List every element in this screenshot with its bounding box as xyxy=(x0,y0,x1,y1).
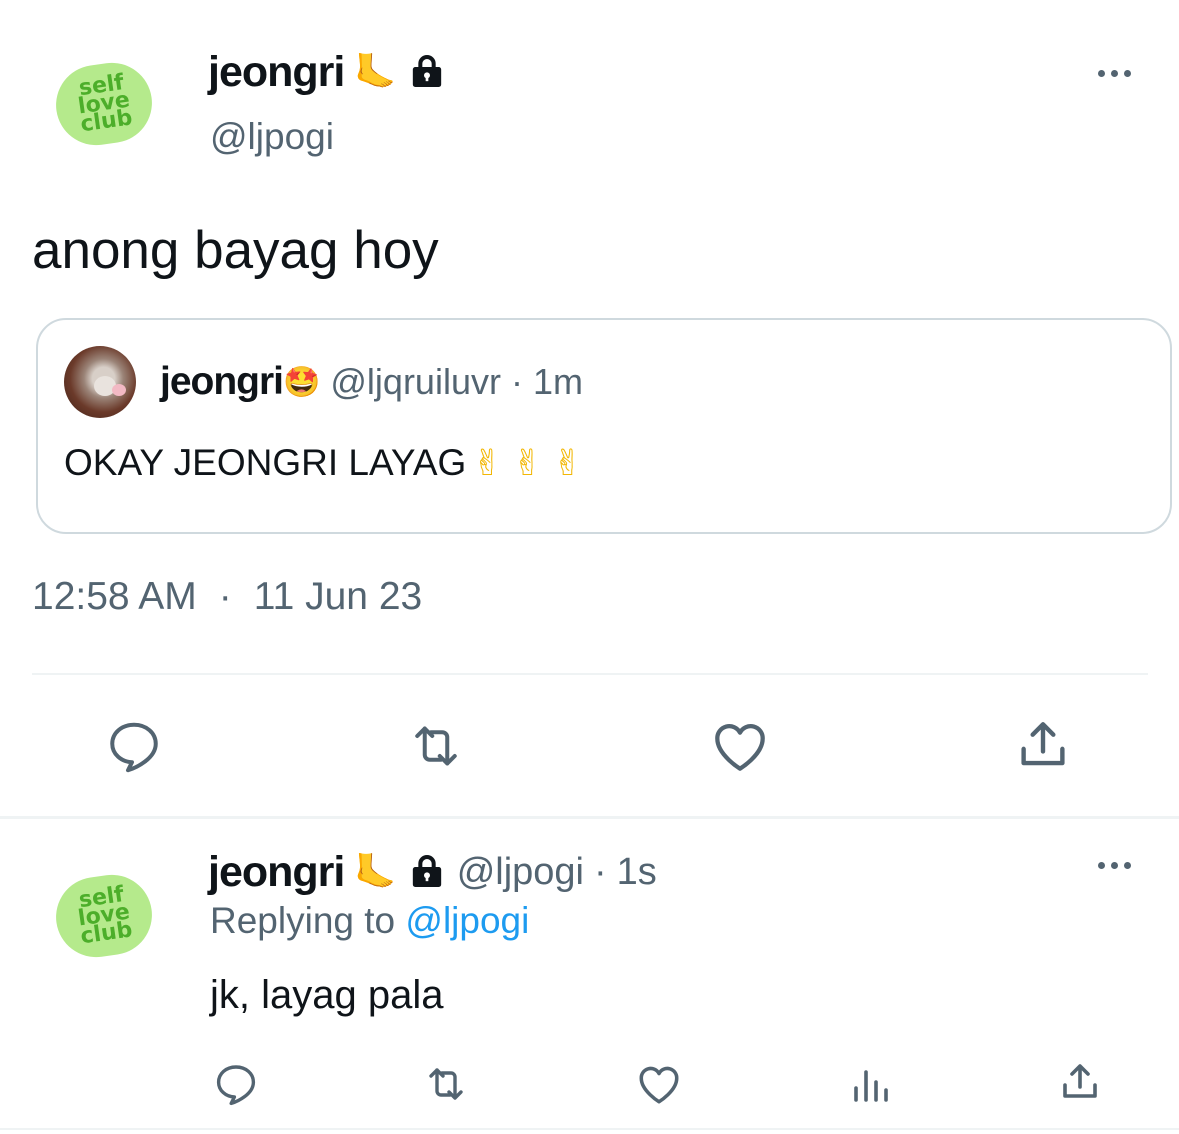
replying-to-handle[interactable]: @ljpogi xyxy=(405,900,529,941)
tweet-time: 12:58 AM xyxy=(32,575,197,618)
star-struck-emoji: 🤩 xyxy=(283,365,321,399)
comment-icon[interactable] xyxy=(104,716,164,776)
foot-emoji: 🦶 xyxy=(354,853,397,891)
timestamp-separator: · xyxy=(218,575,232,618)
quoted-text-row: OKAY JEONGRI LAYAG ✌ ✌ ✌ xyxy=(64,442,583,484)
quoted-avatar[interactable] xyxy=(64,346,136,418)
like-icon[interactable] xyxy=(708,714,772,778)
more-icon[interactable] xyxy=(1098,70,1131,77)
main-tweet-text: anong bayag hoy xyxy=(32,221,439,280)
more-icon[interactable] xyxy=(1098,862,1131,869)
quoted-dot: · xyxy=(510,361,523,402)
victory-emojis: ✌ ✌ ✌ xyxy=(472,442,583,483)
reply-age: 1s xyxy=(616,850,657,893)
main-avatar[interactable]: self love club xyxy=(50,57,158,151)
lock-icon xyxy=(407,852,447,892)
views-icon[interactable] xyxy=(846,1060,894,1108)
quoted-age: 1m xyxy=(532,361,583,402)
retweet-icon[interactable] xyxy=(404,716,468,776)
quoted-text: OKAY JEONGRI LAYAG xyxy=(64,442,467,483)
reply-author[interactable]: jeongri 🦶 @ljpogi · 1s xyxy=(208,844,657,900)
reply-text: jk, layag pala xyxy=(210,973,444,1017)
reply-avatar[interactable]: self love club xyxy=(50,869,158,963)
reply-display-name[interactable]: jeongri xyxy=(208,848,345,897)
reply-dot: · xyxy=(594,850,607,893)
foot-emoji: 🦶 xyxy=(354,53,397,91)
main-author[interactable]: jeongri 🦶 xyxy=(208,44,447,100)
main-handle[interactable]: @ljpogi xyxy=(210,116,334,158)
retweet-icon[interactable] xyxy=(420,1060,472,1108)
quoted-author: jeongri 🤩 @ljqruiluvr · 1m xyxy=(160,360,583,404)
tweet-date: 11 Jun 23 xyxy=(253,575,423,618)
quoted-handle: @ljqruiluvr xyxy=(330,361,501,402)
divider xyxy=(32,673,1148,675)
section-divider xyxy=(0,816,1179,819)
main-display-name[interactable]: jeongri xyxy=(208,48,345,97)
replying-to-label: Replying to xyxy=(210,900,396,941)
comment-icon[interactable] xyxy=(212,1060,260,1108)
reply-handle[interactable]: @ljpogi xyxy=(457,851,584,894)
timestamp-row: 12:58 AM · 11 Jun 23 xyxy=(32,575,422,619)
quoted-tweet-card[interactable]: jeongri 🤩 @ljqruiluvr · 1m OKAY JEONGRI … xyxy=(36,318,1172,534)
replying-to: Replying to @ljpogi xyxy=(210,900,529,942)
lock-icon xyxy=(407,52,447,92)
bottom-divider xyxy=(0,1128,1179,1130)
share-icon[interactable] xyxy=(1012,714,1074,776)
share-icon[interactable] xyxy=(1056,1058,1104,1106)
quoted-display-name: jeongri xyxy=(160,360,284,403)
like-icon[interactable] xyxy=(634,1059,684,1109)
